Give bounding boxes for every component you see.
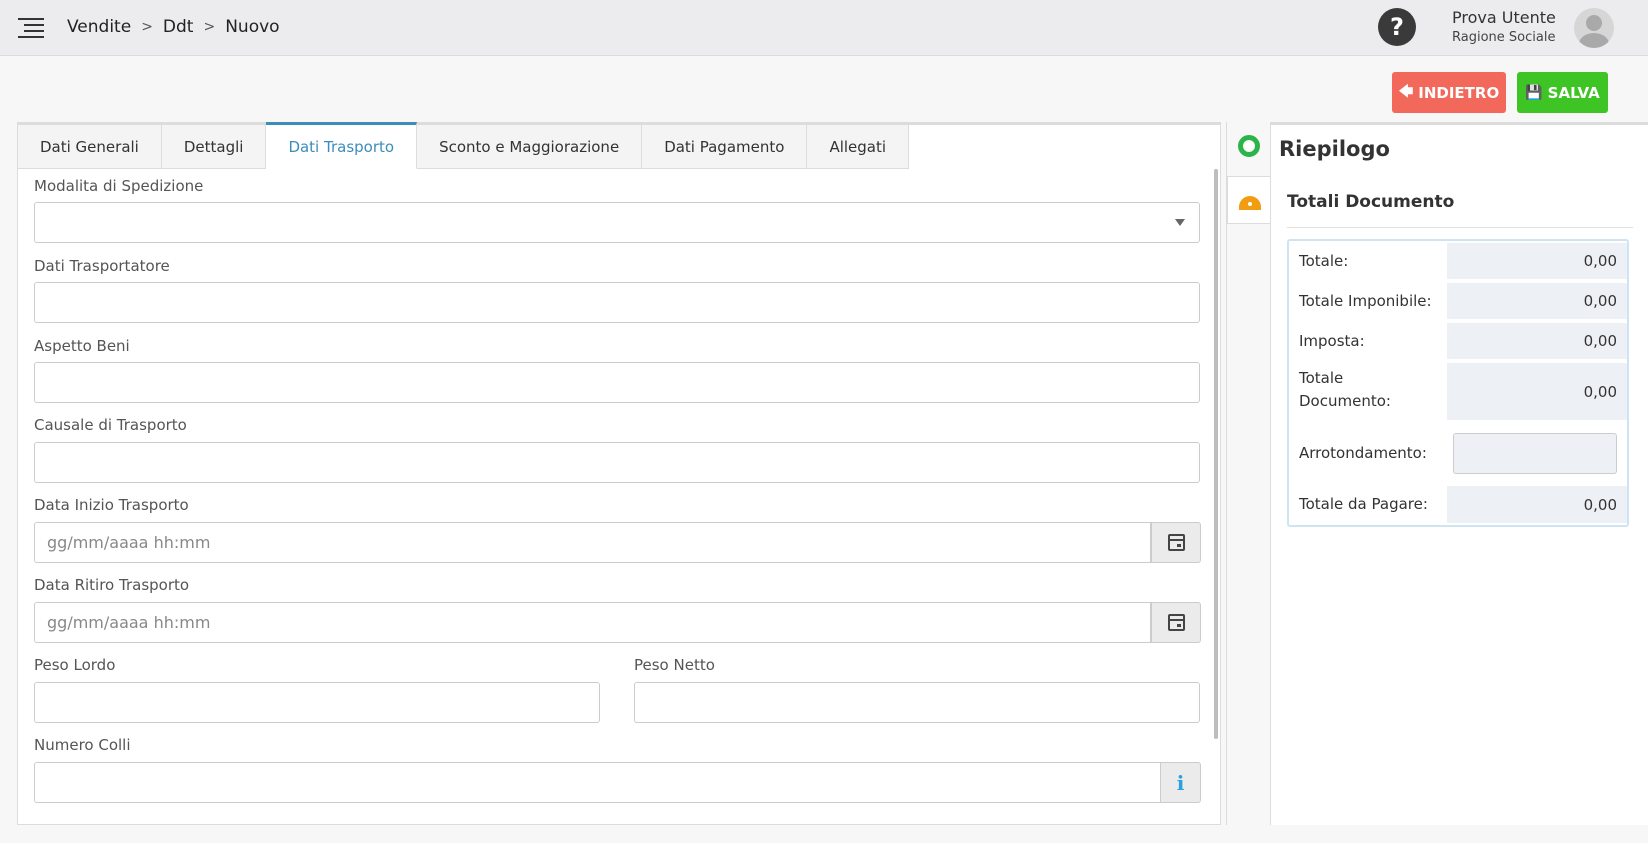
imposta-label: Imposta: <box>1299 332 1365 350</box>
numero-colli-label: Numero Colli <box>34 736 131 754</box>
peso-netto-input[interactable] <box>634 682 1200 723</box>
floppy-disk-icon: 💾 <box>1525 84 1543 101</box>
peso-lordo-label: Peso Lordo <box>34 656 116 674</box>
dati-trasportatore-label: Dati Trasportatore <box>34 257 170 275</box>
chevron-right-icon: > <box>141 19 153 35</box>
tab-dati-trasporto[interactable]: Dati Trasporto <box>266 122 418 169</box>
data-inizio-label: Data Inizio Trasporto <box>34 496 189 514</box>
data-ritiro-input[interactable]: gg/mm/aaaa hh:mm <box>34 602 1151 643</box>
arrow-left-icon: 🡄 <box>1398 83 1414 100</box>
summary-title: Riepilogo <box>1279 137 1390 161</box>
question-icon[interactable]: ? <box>1378 8 1416 46</box>
numero-colli-input[interactable] <box>34 762 1161 803</box>
totale-label: Totale: <box>1299 252 1349 270</box>
tab-dettagli[interactable]: Dettagli <box>161 125 267 169</box>
totale-documento-label: Totale Documento: <box>1299 369 1391 410</box>
totale-da-pagare-label: Totale da Pagare: <box>1299 495 1428 513</box>
imposta-value: 0,00 <box>1447 323 1627 359</box>
aspetto-beni-input[interactable] <box>34 362 1200 403</box>
sidebar-tab-dashboard[interactable] <box>1227 176 1271 224</box>
calendar-icon <box>1167 614 1185 631</box>
totals-row: Arrotondamento: <box>1289 422 1627 484</box>
tab-allegati[interactable]: Allegati <box>807 125 910 169</box>
summary-panel: Riepilogo Totali Documento Totale: 0,00 … <box>1270 122 1648 825</box>
tab-dati-pagamento[interactable]: Dati Pagamento <box>642 125 808 169</box>
save-button-label: SALVA <box>1547 83 1600 102</box>
peso-netto-label: Peso Netto <box>634 656 715 674</box>
data-inizio-calendar-button[interactable] <box>1151 522 1201 563</box>
sidebar-tab-help[interactable] <box>1227 122 1271 170</box>
main-panel: Dati Generali Dettagli Dati Trasporto Sc… <box>17 122 1221 825</box>
back-button[interactable]: 🡄 INDIETRO <box>1392 72 1506 113</box>
totale-imponibile-value: 0,00 <box>1447 283 1627 319</box>
totals-row: Totale Documento: 0,00 <box>1289 361 1627 422</box>
aspetto-beni-label: Aspetto Beni <box>34 337 130 355</box>
totals-row: Imposta: 0,00 <box>1289 321 1627 361</box>
modalita-spedizione-select[interactable] <box>34 202 1200 243</box>
dashboard-icon <box>1238 196 1261 210</box>
totals-section-title: Totali Documento <box>1287 192 1455 212</box>
totals-table: Totale: 0,00 Totale Imponibile: 0,00 Imp… <box>1287 239 1629 527</box>
totals-row: Totale da Pagare: 0,00 <box>1289 484 1627 525</box>
numero-colli-info-button[interactable]: i <box>1160 762 1201 803</box>
totale-documento-value: 0,00 <box>1447 363 1627 420</box>
menu-icon[interactable] <box>18 18 44 38</box>
chevron-right-icon: > <box>203 19 216 35</box>
causale-trasporto-label: Causale di Trasporto <box>34 416 187 434</box>
totale-value: 0,00 <box>1447 243 1627 279</box>
user-company: Ragione Sociale <box>1452 30 1556 45</box>
back-button-label: INDIETRO <box>1418 83 1500 102</box>
breadcrumb-ddt[interactable]: Ddt <box>163 17 194 37</box>
user-name: Prova Utente <box>1452 8 1556 27</box>
dati-trasportatore-input[interactable] <box>34 282 1200 323</box>
totale-imponibile-label: Totale Imponibile: <box>1299 292 1432 310</box>
top-bar: Vendite > Ddt > Nuovo ? Prova Utente Rag… <box>0 0 1648 56</box>
calendar-icon <box>1167 534 1185 551</box>
lifebuoy-icon <box>1238 135 1260 157</box>
modalita-spedizione-label: Modalita di Spedizione <box>34 177 204 195</box>
totals-row: Totale Imponibile: 0,00 <box>1289 281 1627 321</box>
breadcrumb-vendite[interactable]: Vendite <box>67 17 131 37</box>
tab-dati-generali[interactable]: Dati Generali <box>18 125 162 169</box>
breadcrumb-nuovo: Nuovo <box>225 17 280 37</box>
breadcrumb: Vendite > Ddt > Nuovo <box>67 17 280 37</box>
sidebar-tab-strip <box>1226 122 1271 825</box>
info-icon: i <box>1176 770 1185 795</box>
causale-trasporto-input[interactable] <box>34 442 1200 483</box>
divider <box>1287 227 1633 228</box>
scrollbar[interactable] <box>1214 169 1218 739</box>
data-ritiro-calendar-button[interactable] <box>1151 602 1201 643</box>
save-button[interactable]: 💾 SALVA <box>1517 72 1608 113</box>
tab-bar: Dati Generali Dettagli Dati Trasporto Sc… <box>18 122 910 169</box>
data-ritiro-label: Data Ritiro Trasporto <box>34 576 190 594</box>
tab-sconto-maggiorazione[interactable]: Sconto e Maggiorazione <box>417 125 643 169</box>
arrotondamento-label: Arrotondamento: <box>1299 444 1427 462</box>
totals-row: Totale: 0,00 <box>1289 241 1627 281</box>
avatar[interactable] <box>1574 8 1614 48</box>
data-inizio-input[interactable]: gg/mm/aaaa hh:mm <box>34 522 1151 563</box>
arrotondamento-input[interactable] <box>1453 433 1617 474</box>
peso-lordo-input[interactable] <box>34 682 600 723</box>
caret-down-icon <box>1175 219 1185 226</box>
totale-da-pagare-value: 0,00 <box>1447 486 1627 523</box>
